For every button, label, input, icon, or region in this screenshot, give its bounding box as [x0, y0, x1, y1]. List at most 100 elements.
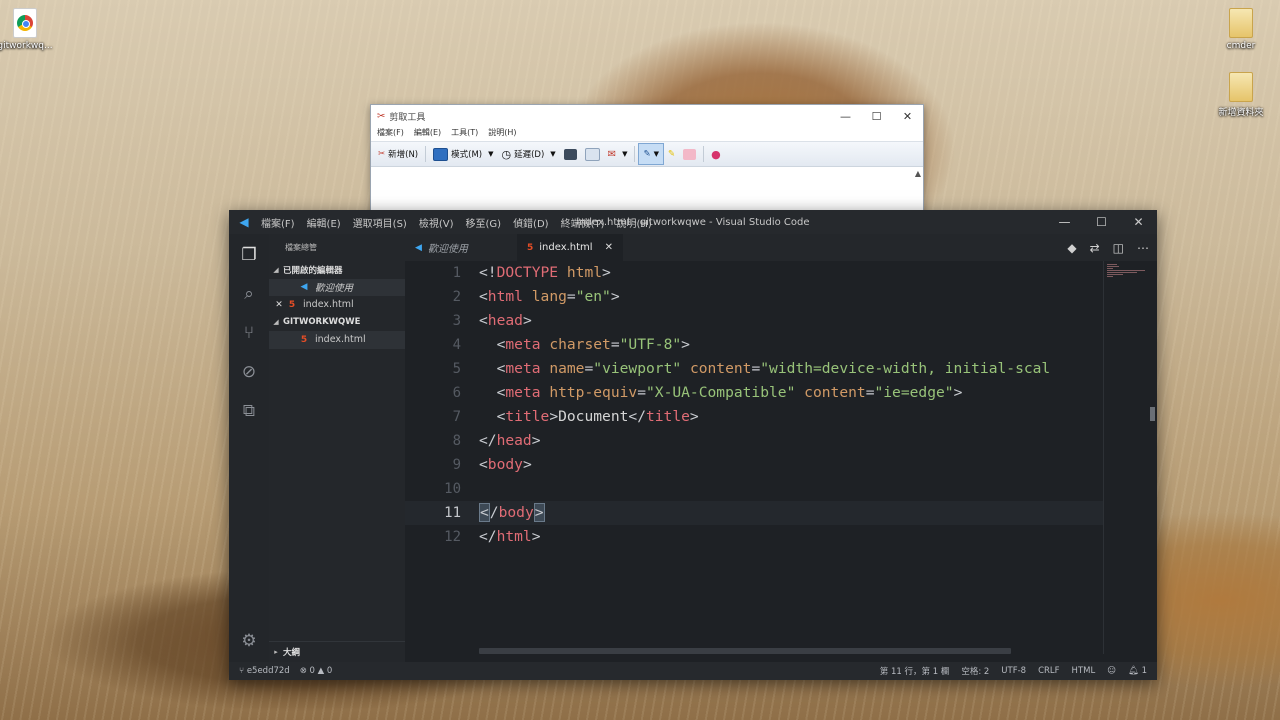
maximize-button[interactable]: ☐: [861, 110, 892, 123]
split-editor-icon[interactable]: ◫: [1113, 241, 1124, 255]
notification-count: 1: [1141, 666, 1147, 676]
tab-label: index.html: [539, 242, 593, 253]
menu-help[interactable]: 說明(H): [615, 215, 654, 230]
more-actions-icon[interactable]: ⋯: [1137, 241, 1149, 255]
desktop-icon-cmder[interactable]: cmder: [1206, 8, 1276, 51]
paint3d-icon: ●: [711, 147, 721, 161]
minimap[interactable]: [1103, 261, 1150, 654]
menu-file[interactable]: 檔案(F): [377, 127, 404, 141]
menu-tools[interactable]: 工具(T): [451, 127, 478, 141]
minimize-button[interactable]: —: [1046, 210, 1083, 234]
error-count: 0: [309, 666, 315, 676]
code-line: <meta charset="UTF-8">: [496, 336, 690, 353]
eraser-button[interactable]: [679, 144, 700, 164]
status-bar: ⑂ e5edd72d ⊗ 0 ▲ 0 第 11 行，第 1 欄 空格: 2 UT…: [229, 662, 1157, 680]
menu-selection[interactable]: 選取項目(S): [351, 215, 409, 230]
activity-bar: ❐ ⌕ ⑂ ⊘ ⧉ ⚙: [229, 234, 269, 662]
close-icon[interactable]: ✕: [605, 242, 613, 253]
chevron-down-icon: ◢: [273, 265, 279, 274]
line-number: 2: [452, 289, 461, 305]
menu-file[interactable]: 檔案(F): [259, 215, 297, 230]
chevron-down-icon: ▼: [488, 150, 494, 158]
open-editors-section[interactable]: ◢ 已開啟的編輯器: [269, 261, 405, 279]
line-number: 7: [452, 409, 461, 425]
snipping-tool-window: ✂ 剪取工具 — ☐ ✕ 檔案(F) 編輯(E) 工具(T) 說明(H) ✂ 新…: [370, 104, 924, 218]
tab-index-html[interactable]: 5 index.html ✕: [517, 234, 623, 261]
explorer-icon[interactable]: ❐: [238, 244, 260, 266]
language-mode[interactable]: HTML: [1072, 666, 1096, 676]
send-icon: ✉: [607, 148, 617, 160]
line-number: 3: [452, 313, 461, 329]
mode-label: 模式(M): [451, 150, 483, 160]
vscode-icon: ◀: [415, 242, 422, 253]
menu-help[interactable]: 說明(H): [488, 127, 516, 141]
open-editors-label: 已開啟的編輯器: [283, 265, 343, 276]
tab-welcome[interactable]: ◀ 歡迎使用: [405, 234, 517, 261]
open-changes-icon[interactable]: ◆: [1067, 241, 1076, 255]
code-line: </html>: [479, 528, 541, 545]
folder-section[interactable]: ◢ GITWORKWQWE: [269, 314, 405, 332]
search-icon[interactable]: ⌕: [238, 283, 260, 305]
snipping-tool-toolbar: ✂ 新增(N) 模式(M) ▼ ◷ 延遲(D) ▼ ✉ ▼ ✎ ▼ ✎ ●: [371, 141, 923, 167]
pen-button[interactable]: ✎ ▼: [638, 143, 664, 165]
cursor-position[interactable]: 第 11 行，第 1 欄: [880, 665, 950, 677]
code-line: </head>: [479, 432, 541, 449]
code-line: </body>: [479, 503, 545, 522]
line-number: 6: [452, 385, 461, 401]
menu-view[interactable]: 檢視(V): [417, 215, 456, 230]
compare-icon[interactable]: ⇄: [1090, 241, 1100, 255]
tab-label: 歡迎使用: [427, 244, 468, 255]
paint3d-button[interactable]: ●: [707, 144, 725, 164]
mode-button[interactable]: 模式(M) ▼: [429, 144, 497, 164]
html5-icon: 5: [288, 299, 296, 310]
menu-edit[interactable]: 編輯(E): [305, 215, 343, 230]
line-ending[interactable]: CRLF: [1038, 666, 1059, 676]
html5-icon: 5: [527, 242, 534, 253]
close-icon[interactable]: ✕: [273, 300, 285, 310]
horizontal-scrollbar[interactable]: [479, 648, 1011, 654]
debug-icon[interactable]: ⊘: [238, 361, 260, 383]
branch-name: e5edd72d: [246, 666, 290, 676]
send-button[interactable]: ✉ ▼: [604, 144, 632, 164]
vertical-scrollbar[interactable]: [1149, 261, 1157, 654]
git-branch-item[interactable]: ⑂ e5edd72d: [239, 666, 290, 676]
pen-icon: ✎: [643, 149, 651, 159]
menu-debug[interactable]: 偵錯(D): [511, 215, 551, 230]
file-item[interactable]: 5 index.html: [269, 331, 405, 349]
explorer-header: 檔案總管: [285, 243, 317, 252]
delay-button[interactable]: ◷ 延遲(D) ▼: [497, 144, 559, 164]
line-number: 9: [452, 457, 461, 473]
gear-icon[interactable]: ⚙: [238, 630, 260, 652]
scroll-up-icon[interactable]: ▲: [915, 169, 921, 178]
desktop-icon-gitworkwq[interactable]: gitworkwq...: [0, 8, 60, 51]
problems-item[interactable]: ⊗ 0 ▲ 0: [300, 666, 333, 676]
menu-terminal[interactable]: 終端機(T): [559, 215, 607, 230]
open-editor-item[interactable]: ◀ 歡迎使用: [269, 278, 405, 296]
extensions-icon[interactable]: ⧉: [238, 400, 260, 422]
vscode-icon: ◀: [300, 282, 308, 293]
menu-edit[interactable]: 編輯(E): [414, 127, 441, 141]
feedback-smiley-icon[interactable]: ☺: [1107, 666, 1116, 676]
code-editor[interactable]: 1 2 3 4 5 6 7 8 9 10 11 12 <!DOCTYPE htm…: [405, 261, 1103, 654]
code-line: <head>: [479, 312, 532, 329]
save-button[interactable]: [560, 144, 581, 164]
desktop-icon-new-folder[interactable]: 新增資料夾: [1206, 72, 1276, 118]
scrollbar-thumb[interactable]: [1150, 407, 1155, 421]
new-snip-button[interactable]: ✂ 新增(N): [374, 144, 422, 164]
close-button[interactable]: ✕: [1120, 210, 1157, 234]
encoding[interactable]: UTF-8: [1001, 666, 1026, 676]
maximize-button[interactable]: ☐: [1083, 210, 1120, 234]
highlighter-button[interactable]: ✎: [664, 144, 679, 164]
folder-label: GITWORKWQWE: [283, 317, 361, 328]
outline-section[interactable]: ▸ 大綱: [269, 641, 405, 662]
source-control-icon[interactable]: ⑂: [238, 322, 260, 344]
close-button[interactable]: ✕: [892, 110, 923, 123]
code-line: <body>: [479, 456, 532, 473]
open-editor-item[interactable]: ✕ 5 index.html: [269, 296, 405, 314]
minimize-button[interactable]: —: [830, 110, 861, 123]
copy-button[interactable]: [581, 144, 604, 164]
notifications-item[interactable]: 🔔︎ 1: [1128, 666, 1147, 676]
error-icon: ⊗: [299, 666, 307, 676]
indentation[interactable]: 空格: 2: [961, 665, 989, 677]
menu-go[interactable]: 移至(G): [464, 215, 504, 230]
